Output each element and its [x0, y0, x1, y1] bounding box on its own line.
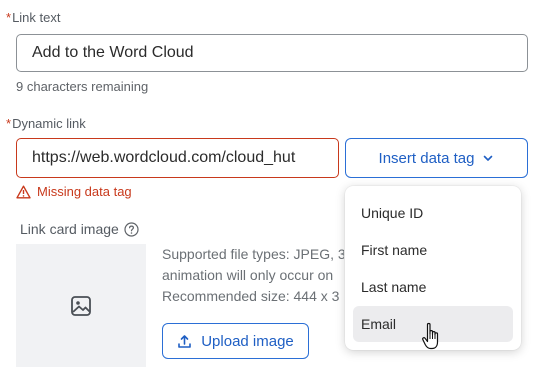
hand-pointer-icon — [421, 322, 443, 357]
dynamic-link-label: *Dynamic link — [6, 116, 86, 131]
link-card-image-placeholder[interactable] — [16, 244, 146, 367]
menu-item-last-name[interactable]: Last name — [353, 269, 513, 305]
chevron-down-icon — [482, 152, 494, 164]
supported-file-types-text: Supported file types: JPEG, 3 animation … — [162, 246, 344, 304]
help-circle-icon[interactable] — [124, 221, 139, 237]
dynamic-link-input[interactable]: https://web.wordcloud.com/cloud_hut — [16, 138, 339, 178]
upload-icon — [177, 334, 192, 349]
missing-data-tag-error: Missing data tag — [16, 184, 132, 199]
required-asterisk: * — [6, 116, 12, 131]
link-text-value: Add to the Word Cloud — [32, 44, 194, 61]
warning-icon — [16, 185, 31, 199]
link-text-label: *Link text — [6, 10, 61, 25]
characters-remaining-text: 9 characters remaining — [16, 79, 149, 94]
link-card-image-label: Link card image — [20, 221, 139, 237]
insert-data-tag-button[interactable]: Insert data tag — [345, 138, 528, 178]
upload-image-button[interactable]: Upload image — [162, 323, 309, 359]
menu-item-first-name[interactable]: First name — [353, 232, 513, 268]
image-icon — [70, 295, 92, 317]
required-asterisk: * — [6, 10, 12, 25]
menu-item-unique-id[interactable]: Unique ID — [353, 195, 513, 231]
link-text-input[interactable]: Add to the Word Cloud — [16, 34, 528, 72]
dynamic-link-value: https://web.wordcloud.com/cloud_hut — [32, 149, 296, 166]
